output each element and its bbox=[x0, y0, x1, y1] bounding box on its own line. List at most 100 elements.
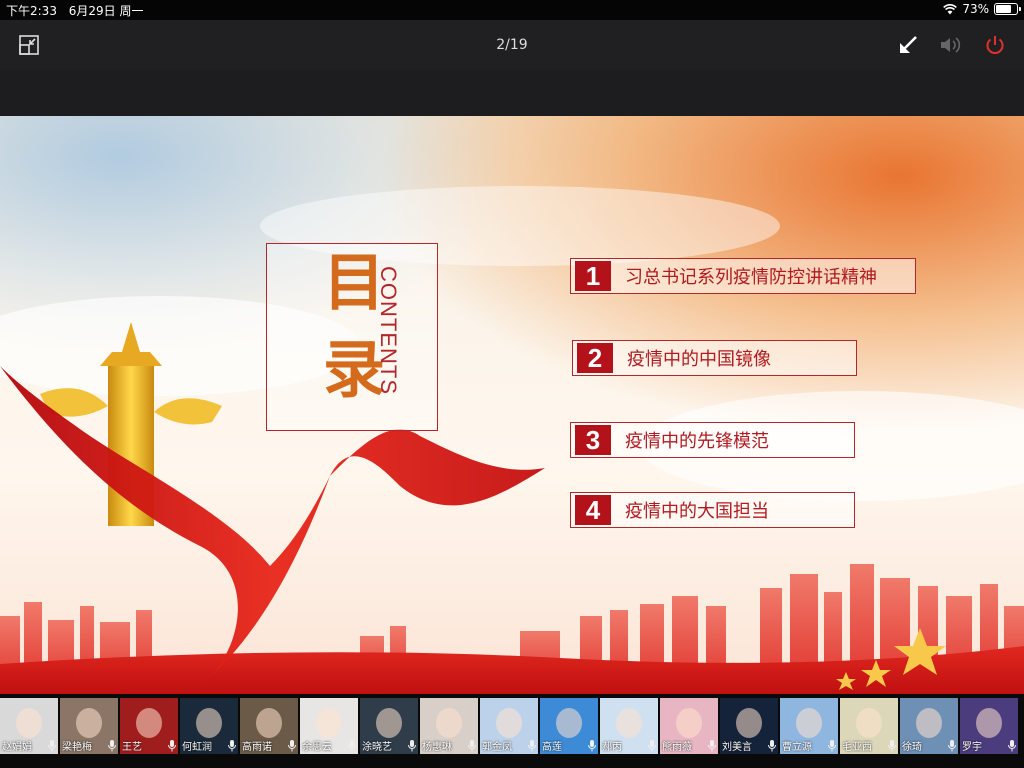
battery-fill bbox=[996, 5, 1011, 13]
participant-name: 高雨诺 bbox=[242, 742, 272, 753]
contents-title-box: 目 录 CONTENTS bbox=[266, 243, 438, 431]
participant-tile[interactable]: 郝丙 bbox=[600, 698, 658, 754]
toc-item-3[interactable]: 3 疫情中的先锋模范 bbox=[570, 422, 855, 458]
status-time-date: 下午2:33 6月29日 周一 bbox=[6, 2, 144, 19]
toc-number: 4 bbox=[575, 495, 611, 525]
status-date: 6月29日 周一 bbox=[68, 4, 144, 18]
toc-item-1[interactable]: 1 习总书记系列疫情防控讲话精神 bbox=[570, 258, 916, 294]
participant-tile[interactable]: 毛亚西 bbox=[840, 698, 898, 754]
participant-avatar bbox=[436, 708, 462, 738]
participant-tile[interactable]: 涂晓艺 bbox=[360, 698, 418, 754]
participant-name: 杨惠琳 bbox=[422, 742, 452, 753]
participant-name: 郝丙 bbox=[602, 742, 622, 753]
microphone-icon bbox=[828, 740, 836, 752]
wifi-icon bbox=[943, 3, 958, 14]
microphone-icon bbox=[228, 740, 236, 752]
participant-name: 郭金凤 bbox=[482, 742, 512, 753]
battery-icon bbox=[994, 3, 1021, 15]
page-indicator: 2/19 bbox=[496, 37, 528, 53]
participant-name: 罗宇 bbox=[962, 742, 982, 753]
participant-name: 涂晓艺 bbox=[362, 742, 392, 753]
participant-name: 赵娟娟 bbox=[2, 742, 32, 753]
participant-tile[interactable]: 徐琦 bbox=[900, 698, 958, 754]
toc-text: 疫情中的中国镜像 bbox=[627, 349, 771, 370]
participant-avatar bbox=[796, 708, 822, 738]
participant-avatar bbox=[76, 708, 102, 738]
microphone-icon bbox=[888, 740, 896, 752]
participant-avatar bbox=[676, 708, 702, 738]
volume-button[interactable] bbox=[938, 33, 964, 57]
toc-text: 习总书记系列疫情防控讲话精神 bbox=[625, 267, 877, 288]
participant-tile[interactable]: 曹立源 bbox=[780, 698, 838, 754]
participant-strip[interactable]: 赵娟娟 梁艳梅 王艺 何虹润 高雨诺 余思云 涂晓艺 杨惠琳 郭金凤 高莲 郝丙 熊雨薇 刘美言 曹立源 毛… bbox=[0, 694, 1024, 768]
participant-avatar bbox=[616, 708, 642, 738]
microphone-icon bbox=[948, 740, 956, 752]
slide-background-art bbox=[0, 186, 1024, 694]
microphone-icon bbox=[1008, 740, 1016, 752]
participant-name: 熊雨薇 bbox=[662, 742, 692, 753]
participant-tile[interactable]: 郭金凤 bbox=[480, 698, 538, 754]
participant-tile[interactable]: 熊雨薇 bbox=[660, 698, 718, 754]
power-icon bbox=[986, 36, 1004, 54]
microphone-icon bbox=[108, 740, 116, 752]
toc-number: 3 bbox=[575, 425, 611, 455]
microphone-icon bbox=[348, 740, 356, 752]
participant-avatar bbox=[496, 708, 522, 738]
microphone-icon bbox=[408, 740, 416, 752]
toc-item-4[interactable]: 4 疫情中的大国担当 bbox=[570, 492, 855, 528]
participant-avatar bbox=[736, 708, 762, 738]
participant-tile[interactable]: 罗宇 bbox=[960, 698, 1018, 754]
participant-avatar bbox=[256, 708, 282, 738]
participant-avatar bbox=[556, 708, 582, 738]
participant-avatar bbox=[856, 708, 882, 738]
power-button[interactable] bbox=[982, 33, 1008, 57]
participant-avatar bbox=[976, 708, 1002, 738]
microphone-icon bbox=[708, 740, 716, 752]
toc-number: 1 bbox=[575, 261, 611, 291]
toc-item-2[interactable]: 2 疫情中的中国镜像 bbox=[572, 340, 857, 376]
participant-name: 刘美言 bbox=[722, 742, 752, 753]
participant-tile[interactable]: 杨惠琳 bbox=[420, 698, 478, 754]
participant-avatar bbox=[136, 708, 162, 738]
participant-name: 徐琦 bbox=[902, 742, 922, 753]
participant-name: 曹立源 bbox=[782, 742, 812, 753]
microphone-icon bbox=[528, 740, 536, 752]
microphone-icon bbox=[648, 740, 656, 752]
toc-text: 疫情中的大国担当 bbox=[625, 501, 769, 522]
participant-name: 高莲 bbox=[542, 742, 562, 753]
participant-tile[interactable]: 余思云 bbox=[300, 698, 358, 754]
toolbar: 2/19 bbox=[0, 20, 1024, 70]
title-contents-en: CONTENTS bbox=[376, 266, 401, 395]
slide-canvas[interactable]: 目 录 CONTENTS 1 习总书记系列疫情防控讲话精神 2 疫情中的中国镜像… bbox=[0, 116, 1024, 694]
participant-name: 余思云 bbox=[302, 742, 332, 753]
participant-tile[interactable]: 刘美言 bbox=[720, 698, 778, 754]
microphone-icon bbox=[48, 740, 56, 752]
toolbar-subbar bbox=[0, 70, 1024, 116]
participant-avatar bbox=[916, 708, 942, 738]
speaker-muted-icon bbox=[941, 37, 961, 53]
participant-tile[interactable]: 高莲 bbox=[540, 698, 598, 754]
participant-avatar bbox=[16, 708, 42, 738]
battery-percent: 73% bbox=[962, 2, 989, 16]
participant-avatar bbox=[376, 708, 402, 738]
participant-tile[interactable]: 何虹润 bbox=[180, 698, 238, 754]
toc-text: 疫情中的先锋模范 bbox=[625, 431, 769, 452]
participant-avatar bbox=[196, 708, 222, 738]
participant-avatar bbox=[316, 708, 342, 738]
microphone-icon bbox=[288, 740, 296, 752]
microphone-icon bbox=[768, 740, 776, 752]
toc-number: 2 bbox=[577, 343, 613, 373]
participant-tile[interactable]: 梁艳梅 bbox=[60, 698, 118, 754]
microphone-icon bbox=[468, 740, 476, 752]
status-bar: 下午2:33 6月29日 周一 73% bbox=[0, 0, 1024, 20]
participant-name: 梁艳梅 bbox=[62, 742, 92, 753]
participant-name: 何虹润 bbox=[182, 742, 212, 753]
arrow-down-left-icon bbox=[900, 36, 917, 53]
participant-tile[interactable]: 高雨诺 bbox=[240, 698, 298, 754]
status-time: 下午2:33 bbox=[6, 4, 57, 18]
participant-tile[interactable]: 赵娟娟 bbox=[0, 698, 58, 754]
microphone-icon bbox=[168, 740, 176, 752]
participant-tile[interactable]: 王艺 bbox=[120, 698, 178, 754]
status-indicators: 73% bbox=[943, 2, 1021, 16]
shrink-button[interactable] bbox=[895, 33, 921, 57]
